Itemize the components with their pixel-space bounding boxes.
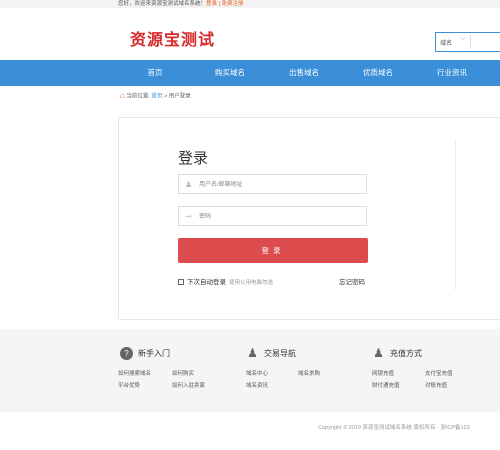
footer-link[interactable]: 对账充值 (425, 383, 447, 389)
key-icon: ⊸ (185, 212, 192, 221)
footer-link[interactable]: 如何购买 (172, 371, 194, 377)
footer-link[interactable]: 财付通充值 (372, 383, 400, 389)
search-box: 域名 ⌵ (435, 32, 500, 52)
search-type-select[interactable]: 域名 (440, 38, 452, 47)
login-title: 登录 (178, 150, 209, 167)
password-field: ⊸ (178, 206, 367, 226)
forgot-password-link[interactable]: 忘记密码 (339, 278, 365, 287)
chevron-down-icon[interactable]: ⌵ (460, 35, 465, 43)
footer-link[interactable]: 如何搜索域名 (118, 371, 151, 377)
main-nav: 首页 购买域名 出售域名 优质域名 行业资讯 (0, 60, 500, 86)
footer-col-recharge: ♟ 充值方式 (372, 346, 422, 362)
search-input[interactable] (470, 35, 500, 49)
panel-divider (455, 140, 456, 290)
remember-checkbox[interactable] (178, 279, 184, 286)
remember-hint: 使用公用电脑勿选 (229, 280, 274, 286)
login-button[interactable]: 登录 (178, 238, 368, 263)
nav-buy-domain[interactable]: 购买域名 (200, 60, 260, 86)
footer-links-beginner-2: 如何购买 如何入驻卖家 (172, 368, 205, 392)
footer-link[interactable]: 域名中心 (246, 371, 268, 377)
footer-col-title: ♟ 充值方式 (372, 346, 422, 362)
footer-title-recharge: 充值方式 (390, 349, 422, 358)
footer-links-beginner: 如何搜索域名 平台优势 (118, 368, 151, 392)
copyright: Copyright © 2019 资源宝测试域名系统 版权所有 · 浙ICP备1… (318, 425, 470, 431)
footer-col-title: ? 新手入门 (120, 346, 170, 362)
home-icon: ⌂ (120, 91, 125, 100)
footer-link[interactable]: 网银充值 (372, 371, 394, 377)
footer-links-recharge: 网银充值 财付通充值 (372, 368, 400, 392)
top-bar: 您好，欢迎来资源宝测试域名系统！登录 | 免费注册 (0, 0, 500, 8)
welcome-text: 您好，欢迎来资源宝测试域名系统！ (118, 1, 207, 7)
footer-title-beginner: 新手入门 (138, 349, 170, 358)
username-input[interactable] (199, 178, 359, 191)
footer-link[interactable]: 域名资讯 (246, 383, 268, 389)
footer-links-trade: 域名中心 域名资讯 (246, 368, 268, 392)
footer-link[interactable]: 如何入驻卖家 (172, 383, 205, 389)
site-logo[interactable]: 资源宝测试 (130, 26, 215, 50)
footer-link[interactable]: 支付宝充值 (425, 371, 453, 377)
breadcrumb-prefix: 当前位置: (126, 93, 150, 100)
remember-label[interactable]: 下次自动登录 (187, 279, 226, 286)
footer-link[interactable]: 域名求购 (298, 371, 320, 377)
breadcrumb-current: 用户登录 (168, 93, 191, 100)
nav-premium-domain[interactable]: 优质域名 (348, 60, 408, 86)
nav-news[interactable]: 行业资讯 (422, 60, 482, 86)
nav-home[interactable]: 首页 (125, 60, 185, 86)
remember-me: 下次自动登录 使用公用电脑勿选 (178, 278, 273, 288)
register-link[interactable]: 免费注册 (222, 1, 244, 7)
username-field: ♟ (178, 174, 367, 194)
password-input[interactable] (199, 210, 359, 223)
breadcrumb-home-link[interactable]: 首页 (151, 93, 162, 99)
footer-col-beginner: ? 新手入门 (120, 346, 170, 362)
footer-links-trade-2: 域名求购 (298, 368, 320, 380)
user-icon: ♟ (185, 180, 193, 189)
nav-sell-domain[interactable]: 出售域名 (274, 60, 334, 86)
footer-links-recharge-2: 支付宝充值 对账充值 (425, 368, 453, 392)
footer-col-trade: ♟ 交易导航 (246, 346, 296, 362)
question-icon: ? (120, 347, 133, 361)
footer-link[interactable]: 平台优势 (118, 383, 140, 389)
welcome-line: 您好，欢迎来资源宝测试域名系统！登录 | 免费注册 (118, 0, 244, 8)
user-nav-icon: ♟ (247, 346, 258, 361)
footer-col-title: ♟ 交易导航 (246, 346, 296, 362)
login-link[interactable]: 登录 (206, 1, 217, 7)
footer-title-trade: 交易导航 (264, 349, 296, 358)
wallet-user-icon: ♟ (373, 346, 384, 361)
breadcrumb: ⌂ 当前位置: 首页 > 用户登录 (120, 91, 191, 101)
